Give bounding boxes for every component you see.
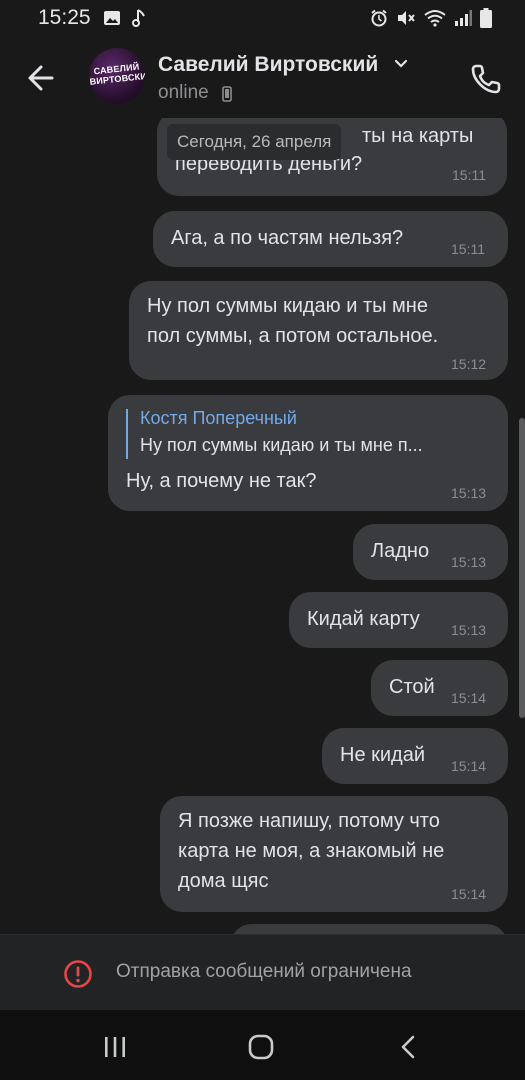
message-bubble[interactable]: Ну пол суммы кидаю и ты мне пол суммы, а… xyxy=(129,281,508,380)
reply-bar xyxy=(126,409,128,459)
message-text-line: Ладно xyxy=(371,540,430,562)
contact-status: online xyxy=(158,82,209,103)
message-bubble-partial[interactable] xyxy=(230,924,508,934)
back-button[interactable] xyxy=(22,58,62,98)
message-time: 15:14 xyxy=(451,758,487,774)
message-text-line: Ну пол суммы кидаю и ты мне xyxy=(147,295,428,317)
reply-author[interactable]: Костя Поперечный xyxy=(140,408,297,429)
message-time: 15:13 xyxy=(451,622,487,638)
message-time: 15:13 xyxy=(451,485,487,501)
message-bubble[interactable]: Ладно 15:13 xyxy=(353,524,508,580)
message-time: 15:13 xyxy=(451,554,487,570)
message-time: 15:11 xyxy=(452,167,486,183)
phone-icon xyxy=(471,64,501,94)
message-bubble[interactable]: Стой 15:14 xyxy=(371,660,508,716)
arrow-left-icon xyxy=(28,65,54,91)
status-bar: 15:25 xyxy=(0,0,525,36)
message-bubble[interactable]: Кидай карту 15:13 xyxy=(289,592,508,648)
message-text-line: Не кидай xyxy=(340,744,426,766)
call-button[interactable] xyxy=(467,58,507,98)
warning-circle-icon xyxy=(64,960,92,988)
home-button[interactable] xyxy=(246,1032,276,1062)
chat-header: САВЕЛИЙ ВИРТОВСКИЙ Савелий Виртовский on… xyxy=(0,36,525,118)
restricted-text: Отправка сообщений ограничена xyxy=(116,961,412,982)
nav-back-button[interactable] xyxy=(394,1032,424,1062)
message-text-line: пол суммы, а потом остальное. xyxy=(147,325,439,347)
date-chip: Сегодня, 26 апреля xyxy=(167,124,342,160)
message-time: 15:14 xyxy=(451,690,487,706)
music-note-icon xyxy=(132,9,145,27)
image-icon xyxy=(104,11,120,25)
mobile-icon xyxy=(222,86,232,102)
message-text-line: Ага, а по частям нельзя? xyxy=(171,227,404,249)
message-text-line: Стой xyxy=(389,676,435,698)
system-nav-bar xyxy=(0,1010,525,1080)
alarm-icon xyxy=(371,9,387,27)
mute-icon xyxy=(398,11,415,25)
message-text-line: дома щяс xyxy=(178,870,269,892)
battery-icon xyxy=(480,8,492,28)
messaging-restricted-bar: Отправка сообщений ограничена xyxy=(0,934,525,1011)
message-text-line: Кидай карту xyxy=(307,608,420,630)
avatar[interactable]: САВЕЛИЙ ВИРТОВСКИЙ xyxy=(89,48,145,104)
avatar-text: САВЕЛИЙ ВИРТОВСКИЙ xyxy=(89,61,145,87)
message-bubble[interactable]: Ага, а по частям нельзя? 15:11 xyxy=(153,211,508,267)
message-time: 15:12 xyxy=(451,356,487,372)
scrollbar[interactable] xyxy=(519,418,525,718)
message-time: 15:14 xyxy=(451,886,487,902)
contact-name[interactable]: Савелий Виртовский xyxy=(158,53,378,77)
message-time: 15:11 xyxy=(451,241,485,257)
message-text-line: ты на карты xyxy=(362,125,474,147)
message-text-line: Ну, а почему не так? xyxy=(126,470,317,492)
message-list[interactable]: ты на карты переводить деньги? 15:11 Сег… xyxy=(0,118,525,934)
reply-text[interactable]: Ну пол суммы кидаю и ты мне п... xyxy=(140,435,423,456)
recent-apps-icon xyxy=(105,1037,125,1057)
wifi-icon xyxy=(424,10,446,27)
chevron-down-icon[interactable] xyxy=(393,56,409,72)
signal-icon xyxy=(455,10,472,26)
status-time: 15:25 xyxy=(38,6,91,29)
home-icon xyxy=(248,1034,274,1060)
status-right-icons xyxy=(370,8,492,28)
status-left-icons xyxy=(103,8,147,28)
message-text-line: Я позже напишу, потому что xyxy=(178,810,440,832)
message-bubble[interactable]: Я позже напишу, потому что карта не моя,… xyxy=(160,796,508,912)
message-bubble[interactable]: Не кидай 15:14 xyxy=(322,728,508,784)
message-bubble[interactable]: Костя Поперечный Ну пол суммы кидаю и ты… xyxy=(108,395,508,511)
recent-apps-button[interactable] xyxy=(100,1032,130,1062)
message-text-line: карта не моя, а знакомый не xyxy=(178,840,445,862)
nav-back-icon xyxy=(401,1035,415,1059)
